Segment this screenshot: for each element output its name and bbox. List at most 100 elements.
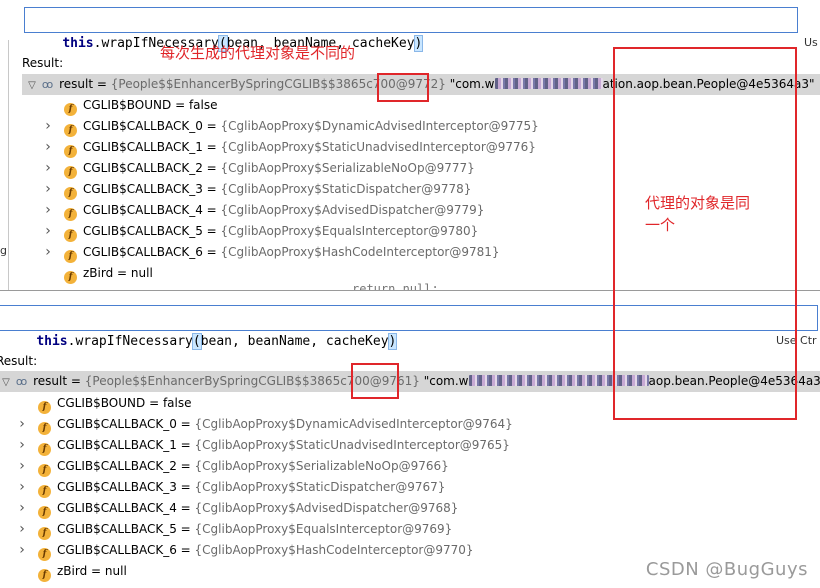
redacted-blur [494,78,603,89]
expand-arrow-icon[interactable]: › [16,456,28,477]
left-edge-glyph: g [0,244,7,257]
field-name: CGLIB$CALLBACK_0 [57,417,177,431]
method-args: bean, beanName, cacheKey [200,334,389,349]
field-icon: f [64,271,77,284]
result-type: {People$$EnhancerBySpringCGLIB$$3865c700 [110,77,396,91]
field-eq: = [171,98,189,112]
highlight-box-id-bottom [351,363,399,399]
keyword-this: this [62,36,94,51]
watermark: CSDN @BugGuys [645,559,808,580]
field-row[interactable]: › f CGLIB$CALLBACK_5 = {CglibAopProxy$Equa… [0,519,820,540]
field-name: CGLIB$CALLBACK_2 [83,161,203,175]
method-name: wrapIfNecessary [75,334,193,349]
field-name: CGLIB$CALLBACK_6 [83,245,203,259]
expand-arrow-icon[interactable]: › [42,179,54,200]
expand-arrow-icon[interactable]: › [16,435,28,456]
use-ctrl-hint: Us [804,36,818,49]
field-row[interactable]: › f CGLIB$CALLBACK_3 = {CglibAopProxy$Stat… [0,477,820,498]
field-value: false [162,396,192,410]
editor-gutter-line [8,40,9,290]
field-icon: f [64,208,77,221]
field-value: {CglibAopProxy$DynamicAdvisedInterceptor… [194,417,513,431]
field-eq: = [176,501,195,515]
field-eq: = [202,182,221,196]
field-eq: = [145,396,163,410]
highlight-box-right [613,47,797,420]
field-row[interactable]: › f CGLIB$CALLBACK_4 = {CglibAopProxy$Advi… [0,498,820,519]
expand-arrow-icon[interactable]: › [42,242,54,263]
field-icon: f [64,229,77,242]
expand-arrow-icon[interactable]: › [42,200,54,221]
field-value: {CglibAopProxy$AdvisedDispatcher@9768} [194,501,459,515]
field-icon: f [38,548,51,561]
field-name: CGLIB$BOUND [57,396,146,410]
result-name: result [33,374,68,388]
background-code: return null; [352,282,439,290]
field-value: {CglibAopProxy$StaticDispatcher@9767} [194,480,446,494]
expand-arrow-icon[interactable]: › [42,137,54,158]
field-value: null [104,564,127,578]
watch-result-icon: oo [15,375,28,388]
field-icon: f [38,506,51,519]
expand-arrow-icon[interactable]: › [16,414,28,435]
field-eq: = [176,480,195,494]
expand-arrow-icon[interactable]: › [16,477,28,498]
field-eq: = [202,119,221,133]
field-name: CGLIB$CALLBACK_1 [57,438,177,452]
field-value: {CglibAopProxy$EqualsInterceptor@9780} [220,224,479,238]
field-value: {CglibAopProxy$AdvisedDispatcher@9779} [220,203,485,217]
field-name: CGLIB$CALLBACK_3 [83,182,203,196]
result-label: Result: [0,354,38,368]
field-row[interactable]: › f CGLIB$CALLBACK_2 = {CglibAopProxy$Seri… [0,456,820,477]
field-value: {CglibAopProxy$DynamicAdvisedInterceptor… [220,119,539,133]
field-eq: = [202,140,221,154]
field-icon: f [38,569,51,582]
result-string-start: "com.w [419,374,469,388]
field-value: false [188,98,218,112]
field-name: CGLIB$CALLBACK_5 [83,224,203,238]
expand-arrow-icon[interactable]: › [16,519,28,540]
field-icon: f [64,250,77,263]
field-value: {CglibAopProxy$SerializableNoOp@9766} [194,459,449,473]
field-value: {CglibAopProxy$HashCodeInterceptor@9781} [220,245,500,259]
field-value: {CglibAopProxy$StaticUnadvisedIntercepto… [194,438,510,452]
field-name: CGLIB$CALLBACK_0 [83,119,203,133]
field-value: {CglibAopProxy$EqualsInterceptor@9769} [194,522,453,536]
keyword-this: this [36,334,68,349]
field-value: {CglibAopProxy$SerializableNoOp@9777} [220,161,475,175]
field-name: CGLIB$CALLBACK_3 [57,480,177,494]
field-icon: f [38,422,51,435]
field-row[interactable]: › f CGLIB$CALLBACK_1 = {CglibAopProxy$Stat… [0,435,820,456]
field-eq: = [202,203,221,217]
field-icon: f [64,124,77,137]
expand-arrow-icon[interactable]: › [42,221,54,242]
expand-arrow-icon[interactable]: › [42,116,54,137]
field-value: {CglibAopProxy$HashCodeInterceptor@9770} [194,543,474,557]
field-value: {CglibAopProxy$StaticUnadvisedIntercepto… [220,140,536,154]
expand-arrow-icon[interactable]: › [42,158,54,179]
expand-arrow-icon[interactable]: › [16,540,28,561]
field-row[interactable]: › f CGLIB$CALLBACK_6 = {CglibAopProxy$Hash… [0,540,820,561]
result-eq: = [67,374,85,388]
expression-input[interactable]: this.wrapIfNecessary(bean, beanName, cac… [24,7,798,52]
field-eq: = [87,564,105,578]
result-type: {People$$EnhancerBySpringCGLIB$$3865c700 [84,374,370,388]
field-icon: f [38,464,51,477]
result-label: Result: [22,56,64,70]
field-eq: = [202,245,221,259]
expand-arrow-icon[interactable]: › [16,498,28,519]
field-name: CGLIB$CALLBACK_5 [57,522,177,536]
annotation-right-line2: 一个 [645,216,676,234]
field-value: {CglibAopProxy$StaticDispatcher@9778} [220,182,472,196]
field-icon: f [38,527,51,540]
field-eq: = [176,543,195,557]
annotation-right-line1: 代理的对象是同 [645,194,751,212]
collapse-arrow-icon[interactable]: ▽ [26,75,38,96]
field-name: zBird [57,564,88,578]
field-name: CGLIB$BOUND [83,98,172,112]
field-icon: f [64,145,77,158]
field-icon: f [38,401,51,414]
field-icon: f [64,103,77,116]
collapse-arrow-icon[interactable]: ▽ [0,372,12,393]
field-name: CGLIB$CALLBACK_4 [57,501,177,515]
